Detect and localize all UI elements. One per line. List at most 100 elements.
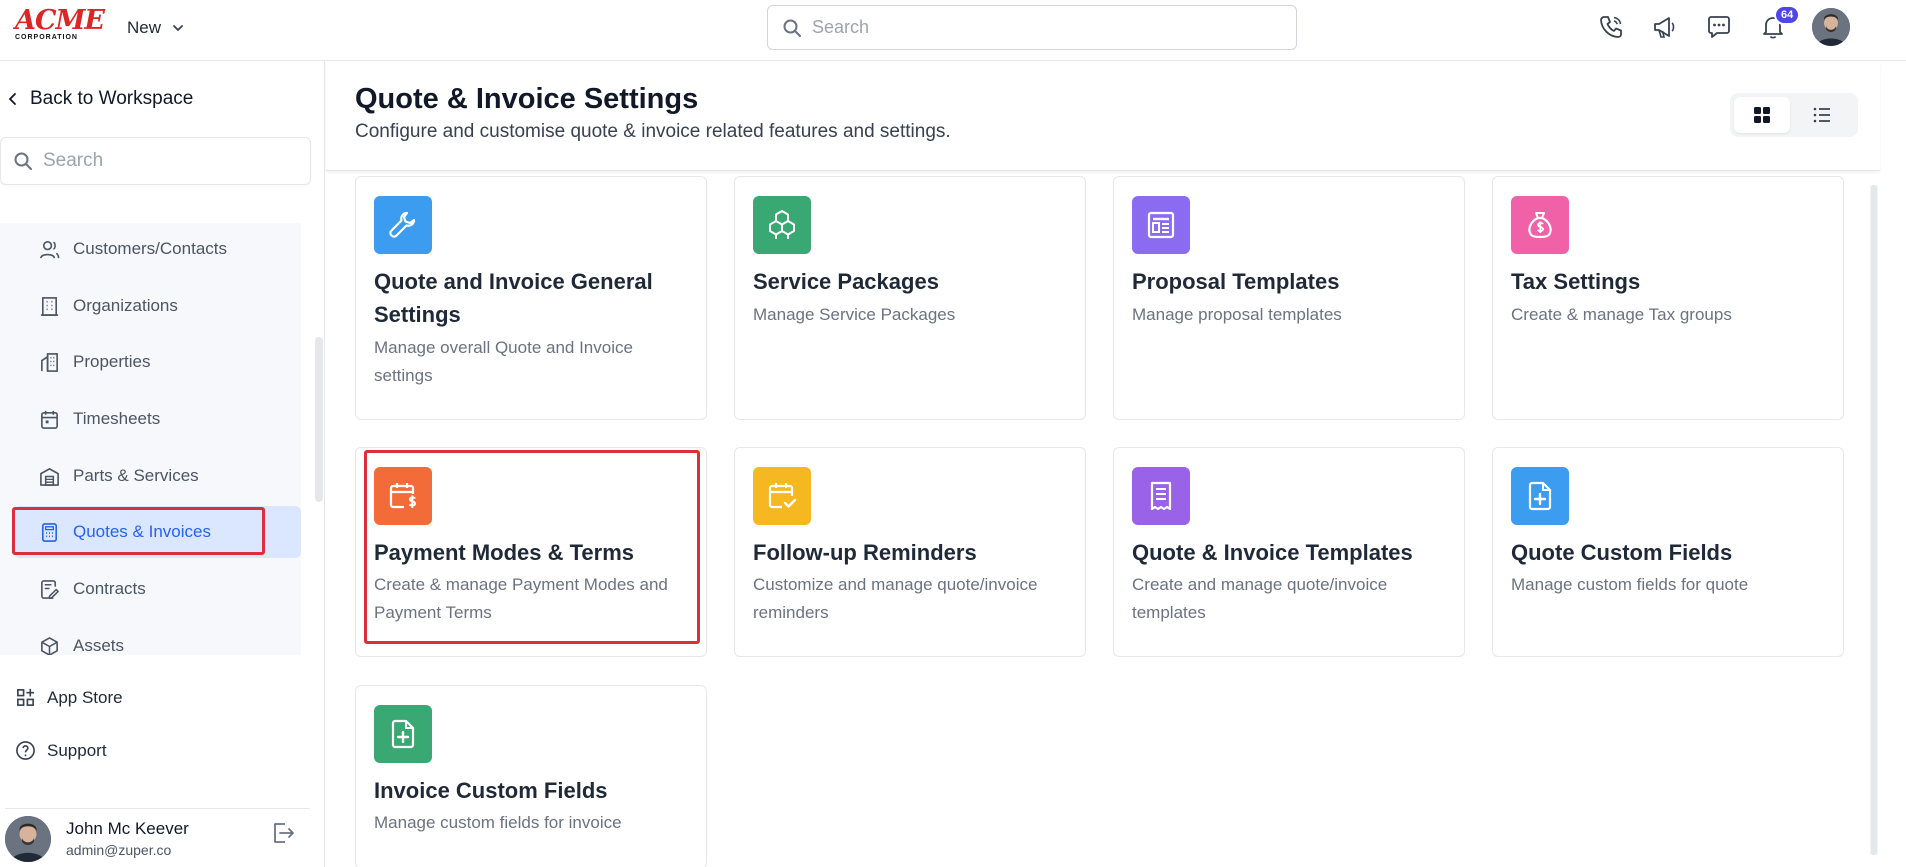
- card-title: Tax Settings: [1511, 269, 1641, 294]
- app-store-icon: [17, 688, 35, 706]
- card-description: Manage custom fields for quote: [1511, 575, 1749, 594]
- card-description: Manage proposal templates: [1132, 305, 1342, 324]
- card-proposal-templates[interactable]: Proposal Templates Manage proposal templ…: [1113, 176, 1465, 420]
- notification-badge: 64: [1774, 5, 1801, 25]
- wrench-icon: [374, 196, 432, 254]
- sidebar-item-customers-contacts[interactable]: Customers/Contacts: [0, 223, 301, 275]
- new-dropdown-button[interactable]: New: [127, 18, 185, 38]
- page-header: Quote & Invoice Settings Configure and c…: [326, 61, 1880, 171]
- calculator-icon: [42, 522, 57, 542]
- sidebar-scrollbar[interactable]: [315, 337, 323, 502]
- card-quote-invoice-templates[interactable]: Quote & Invoice Templates Create and man…: [1113, 447, 1465, 657]
- property-icon: [41, 352, 58, 372]
- user-avatar: [5, 815, 51, 862]
- card-title: Follow-up Reminders: [753, 540, 977, 565]
- sidebar-item-label: Quotes & Invoices: [73, 522, 211, 541]
- support-link[interactable]: Support: [15, 740, 107, 761]
- card-invoice-custom-fields[interactable]: Invoice Custom Fields Manage custom fiel…: [355, 685, 707, 867]
- building-icon: [40, 296, 59, 316]
- support-label: Support: [47, 740, 107, 760]
- megaphone-icon[interactable]: [1650, 12, 1680, 42]
- new-label: New: [127, 18, 162, 37]
- page-title: Quote & Invoice Settings: [355, 83, 699, 115]
- card-title: Quote & Invoice Templates: [1132, 540, 1413, 565]
- chat-icon[interactable]: [1704, 12, 1734, 42]
- card-title: Service Packages: [753, 269, 939, 294]
- card-description: Customize and manage quote/invoice remin…: [753, 575, 1038, 622]
- users-icon: [40, 240, 60, 258]
- sidebar-item-label: Parts & Services: [73, 466, 199, 485]
- content-scrollbar-thumb[interactable]: [1871, 185, 1877, 855]
- profile-avatar[interactable]: [1812, 8, 1850, 46]
- back-label: Back to Workspace: [30, 88, 194, 109]
- top-actions: 64: [1596, 5, 1850, 46]
- sidebar-item-label: Assets: [73, 636, 125, 655]
- sidebar-item-label: Contracts: [73, 579, 146, 598]
- search-icon: [14, 152, 32, 170]
- sidebar-menu: Customers/Contacts Organizations Propert…: [0, 223, 301, 655]
- sidebar-item-properties[interactable]: Properties: [0, 336, 301, 388]
- top-bar: ACME CORPORATION New 64: [0, 0, 1906, 61]
- app-store-label: App Store: [47, 687, 123, 707]
- settings-grid: Quote and Invoice General Settings Manag…: [326, 172, 1880, 867]
- file-plus-icon: [1511, 467, 1569, 525]
- contract-icon: [41, 579, 59, 599]
- calendar-check-icon: [753, 467, 811, 525]
- global-search[interactable]: [767, 5, 1297, 50]
- card-payment-modes-terms[interactable]: Payment Modes & Terms Create & manage Pa…: [355, 447, 707, 657]
- card-description: Manage overall Quote and Invoice setting…: [374, 338, 633, 385]
- card-description: Create and manage quote/invoice template…: [1132, 575, 1388, 622]
- card-title: Quote Custom Fields: [1511, 540, 1733, 565]
- list-view-button[interactable]: [1794, 97, 1850, 133]
- template-icon: [1132, 196, 1190, 254]
- card-tax-settings[interactable]: Tax Settings Create & manage Tax groups: [1492, 176, 1844, 420]
- sidebar-item-organizations[interactable]: Organizations: [0, 280, 301, 332]
- sidebar-item-label: Properties: [73, 352, 151, 371]
- card-title: Invoice Custom Fields: [374, 778, 608, 803]
- chevron-left-icon: [8, 93, 16, 105]
- user-email: admin@zuper.co: [66, 842, 172, 858]
- help-circle-icon: [16, 741, 35, 760]
- sidebar-item-assets[interactable]: Assets: [0, 620, 301, 655]
- card-title: Proposal Templates: [1132, 269, 1340, 294]
- card-description: Manage custom fields for invoice: [374, 813, 622, 832]
- back-to-workspace-link[interactable]: Back to Workspace: [8, 88, 193, 110]
- page-subtitle: Configure and customise quote & invoice …: [355, 121, 951, 142]
- calendar-icon: [41, 410, 58, 429]
- logout-icon[interactable]: [270, 820, 296, 851]
- user-name: John Mc Keever: [66, 819, 189, 838]
- card-description: Manage Service Packages: [753, 305, 956, 324]
- sidebar-search-input[interactable]: [43, 150, 293, 172]
- global-search-input[interactable]: [812, 17, 1272, 38]
- card-service-packages[interactable]: Service Packages Manage Service Packages: [734, 176, 1086, 420]
- acme-logo[interactable]: ACME CORPORATION: [15, 5, 105, 43]
- sidebar-item-quotes-invoices[interactable]: Quotes & Invoices: [14, 506, 301, 558]
- logo-word: ACME: [15, 5, 105, 36]
- file-plus-icon: [374, 705, 432, 763]
- card-follow-up-reminders[interactable]: Follow-up Reminders Customize and manage…: [734, 447, 1086, 657]
- grid-view-button[interactable]: [1734, 97, 1790, 133]
- sidebar-item-label: Timesheets: [73, 409, 161, 428]
- card-quote-invoice-general-settings[interactable]: Quote and Invoice General Settings Manag…: [355, 176, 707, 420]
- sidebar-item-label: Organizations: [73, 296, 178, 315]
- grid-icon: [1754, 107, 1770, 123]
- chevron-down-icon: [173, 25, 183, 32]
- sidebar-item-parts-services[interactable]: Parts & Services: [0, 450, 301, 502]
- bell-icon[interactable]: 64: [1758, 5, 1801, 42]
- phone-icon[interactable]: [1596, 12, 1626, 42]
- card-title: Quote and Invoice General Settings: [374, 269, 653, 327]
- sidebar-item-label: Customers/Contacts: [73, 239, 227, 258]
- card-quote-custom-fields[interactable]: Quote Custom Fields Manage custom fields…: [1492, 447, 1844, 657]
- sidebar-search[interactable]: [0, 137, 311, 185]
- sidebar-item-timesheets[interactable]: Timesheets: [0, 393, 301, 445]
- sidebar-item-contracts[interactable]: Contracts: [0, 563, 301, 615]
- cube-icon: [41, 636, 58, 655]
- money-bag-icon: [1511, 196, 1569, 254]
- boxes-icon: [753, 196, 811, 254]
- card-title: Payment Modes & Terms: [374, 540, 635, 565]
- sidebar: Back to Workspace Customers/Contacts Org…: [0, 61, 325, 867]
- warehouse-icon: [40, 467, 59, 486]
- app-store-link[interactable]: App Store: [15, 687, 123, 708]
- search-icon: [783, 19, 801, 37]
- user-profile: John Mc Keever admin@zuper.co: [5, 808, 310, 862]
